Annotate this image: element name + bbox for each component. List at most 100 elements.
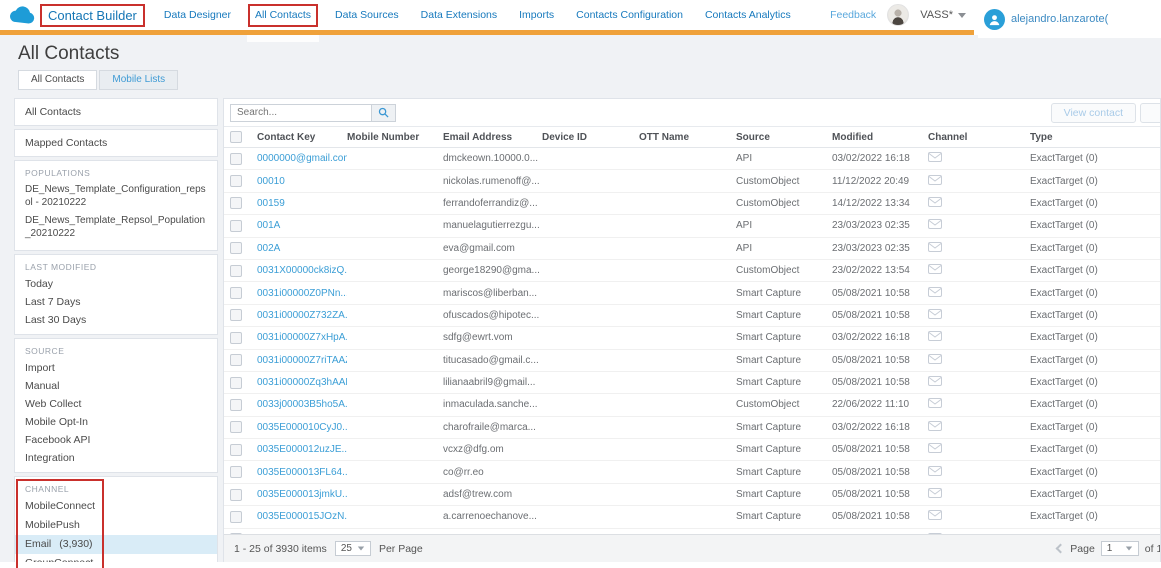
tab[interactable]: All Contacts	[18, 70, 97, 90]
contact-key-link[interactable]: 001A	[257, 220, 280, 231]
table-row[interactable]: 0031i00000Zq3hAAB lilianaabril9@gmail...…	[224, 372, 1160, 394]
col-modified[interactable]: Modified	[832, 132, 928, 143]
nav-item[interactable]: Data Sources	[324, 0, 410, 30]
contact-key-link[interactable]: 0031i00000Z732ZA...	[257, 310, 347, 321]
population-item[interactable]: DE_News_Template_Configuration_repsol - …	[25, 183, 207, 209]
nav-item[interactable]: Contacts Analytics	[694, 0, 802, 30]
account-menu[interactable]: VASS*	[920, 9, 966, 21]
col-mobile-number[interactable]: Mobile Number	[347, 132, 443, 143]
source-filter[interactable]: Import	[25, 359, 207, 377]
cell-modified: 23/03/2023 02:35	[832, 220, 928, 231]
contact-key-link[interactable]: 0031i00000Z7xHpA...	[257, 332, 347, 343]
row-checkbox[interactable]	[230, 354, 242, 366]
table-row[interactable]: 0035E000015JOzN... a.carrenoechanove... …	[224, 506, 1160, 528]
table-row[interactable]: 0031i00000Z7xHpA... sdfg@ewrt.vom Smart …	[224, 327, 1160, 349]
table-row[interactable]: 0031i00000Z732ZA... ofuscados@hipotec...…	[224, 305, 1160, 327]
channel-filter[interactable]: MobilePush	[25, 516, 207, 535]
source-filter[interactable]: Facebook API	[25, 431, 207, 449]
feedback-link[interactable]: Feedback	[830, 9, 876, 21]
row-checkbox[interactable]	[230, 309, 242, 321]
row-checkbox[interactable]	[230, 399, 242, 411]
table-row[interactable]: 0035E000013jmkU... adsf@trew.com Smart C…	[224, 484, 1160, 506]
row-checkbox[interactable]	[230, 332, 242, 344]
contact-key-link[interactable]: 0033j00003B5ho5A...	[257, 399, 347, 410]
table-row[interactable]: 0031i00000Z0PNn... mariscos@liberban... …	[224, 282, 1160, 304]
cell-source: CustomObject	[736, 265, 832, 276]
table-row[interactable]: 001A manuelagutierrezgu... API 23/03/202…	[224, 215, 1160, 237]
contact-key-link[interactable]: 0031X00000ck8izQ...	[257, 265, 347, 276]
per-page-select[interactable]: 25	[335, 541, 371, 556]
contact-key-link[interactable]: 0035E000015JOzN...	[257, 511, 347, 522]
table-row[interactable]: 00159 ferrandoferrandiz@... CustomObject…	[224, 193, 1160, 215]
app-title[interactable]: Contact Builder	[40, 4, 145, 27]
contact-key-link[interactable]: 00159	[257, 198, 285, 209]
contact-key-link[interactable]: 0031i00000Z7riTAAZ	[257, 355, 347, 366]
col-email-address[interactable]: Email Address	[443, 132, 542, 143]
col-source[interactable]: Source	[736, 132, 832, 143]
table-row[interactable]: 0031X00000ck8izQ... george18290@gma... C…	[224, 260, 1160, 282]
source-filter[interactable]: Web Collect	[25, 395, 207, 413]
col-ott-name[interactable]: OTT Name	[639, 132, 736, 143]
row-checkbox[interactable]	[230, 466, 242, 478]
row-checkbox[interactable]	[230, 265, 242, 277]
user-avatar[interactable]	[887, 4, 909, 26]
more-actions-button[interactable]	[1140, 103, 1161, 123]
last-modified-filter[interactable]: Last 30 Days	[25, 311, 207, 329]
search-button[interactable]	[372, 104, 396, 122]
contact-key-link[interactable]: 00010	[257, 176, 285, 187]
table-row[interactable]: 0031i00000Z7riTAAZ titucasado@gmail.c...…	[224, 350, 1160, 372]
previous-page-icon[interactable]	[1056, 544, 1066, 554]
nav-item[interactable]: All Contacts	[248, 4, 318, 27]
contact-key-link[interactable]: 0031i00000Z0PNn...	[257, 288, 347, 299]
table-row[interactable]: 0035E000013FL64... co@rr.eo Smart Captur…	[224, 461, 1160, 483]
source-filter[interactable]: Manual	[25, 377, 207, 395]
page-number-input[interactable]: 1	[1101, 541, 1139, 556]
contact-key-link[interactable]: 002A	[257, 243, 280, 254]
col-type[interactable]: Type	[1030, 132, 1160, 143]
contact-key-link[interactable]: 0035E000010CyJ0...	[257, 422, 347, 433]
contact-key-link[interactable]: 0035E000013jmkU...	[257, 489, 347, 500]
channel-filter[interactable]: Email(3,930)	[15, 535, 217, 554]
row-checkbox[interactable]	[230, 287, 242, 299]
source-filter[interactable]: Mobile Opt-In	[25, 413, 207, 431]
channel-filter[interactable]: MobileConnect	[25, 497, 207, 516]
table-row[interactable]: 0033j00003B5ho5A... inmaculada.sanche...…	[224, 394, 1160, 416]
row-checkbox[interactable]	[230, 153, 242, 165]
search-input[interactable]	[230, 104, 372, 122]
col-device-id[interactable]: Device ID	[542, 132, 639, 143]
sidebar-item-all-contacts[interactable]: All Contacts	[14, 98, 218, 126]
source-filter[interactable]: Integration	[25, 449, 207, 467]
col-contact-key[interactable]: Contact Key	[257, 132, 347, 143]
row-checkbox[interactable]	[230, 175, 242, 187]
nav-item[interactable]: Data Designer	[153, 0, 242, 30]
col-channel[interactable]: Channel	[928, 132, 1030, 143]
last-modified-filter[interactable]: Last 7 Days	[25, 293, 207, 311]
table-row[interactable]: 0000000@gmail.com dmckeown.10000.0... AP…	[224, 148, 1160, 170]
user-badge[interactable]: alejandro.lanzarote(	[978, 0, 1161, 38]
contact-key-link[interactable]: 0031i00000Zq3hAAB	[257, 377, 347, 388]
sidebar-item-mapped-contacts[interactable]: Mapped Contacts	[14, 129, 218, 157]
row-checkbox[interactable]	[230, 421, 242, 433]
table-row[interactable]: 002A eva@gmail.com API 23/03/2023 02:35 …	[224, 238, 1160, 260]
nav-item[interactable]: Data Extensions	[410, 0, 508, 30]
nav-item[interactable]: Contacts Configuration	[565, 0, 694, 30]
population-item[interactable]: DE_News_Template_Repsol_Population_20210…	[25, 214, 207, 240]
table-row[interactable]: 00010 nickolas.rumenoff@... CustomObject…	[224, 170, 1160, 192]
last-modified-filter[interactable]: Today	[25, 275, 207, 293]
tab[interactable]: Mobile Lists	[99, 70, 178, 90]
row-checkbox[interactable]	[230, 489, 242, 501]
row-checkbox[interactable]	[230, 220, 242, 232]
view-contact-button[interactable]: View contact	[1051, 103, 1136, 123]
row-checkbox[interactable]	[230, 197, 242, 209]
select-all-checkbox[interactable]	[230, 131, 242, 143]
row-checkbox[interactable]	[230, 511, 242, 523]
row-checkbox[interactable]	[230, 242, 242, 254]
table-row[interactable]: 0035E000012uzJE... vcxz@dfg.om Smart Cap…	[224, 439, 1160, 461]
contact-key-link[interactable]: 0035E000012uzJE...	[257, 444, 347, 455]
contact-key-link[interactable]: 0000000@gmail.com	[257, 153, 347, 164]
row-checkbox[interactable]	[230, 377, 242, 389]
contact-key-link[interactable]: 0035E000013FL64...	[257, 467, 347, 478]
nav-item[interactable]: Imports	[508, 0, 565, 30]
row-checkbox[interactable]	[230, 444, 242, 456]
table-row[interactable]: 0035E000010CyJ0... charofraile@marca... …	[224, 417, 1160, 439]
